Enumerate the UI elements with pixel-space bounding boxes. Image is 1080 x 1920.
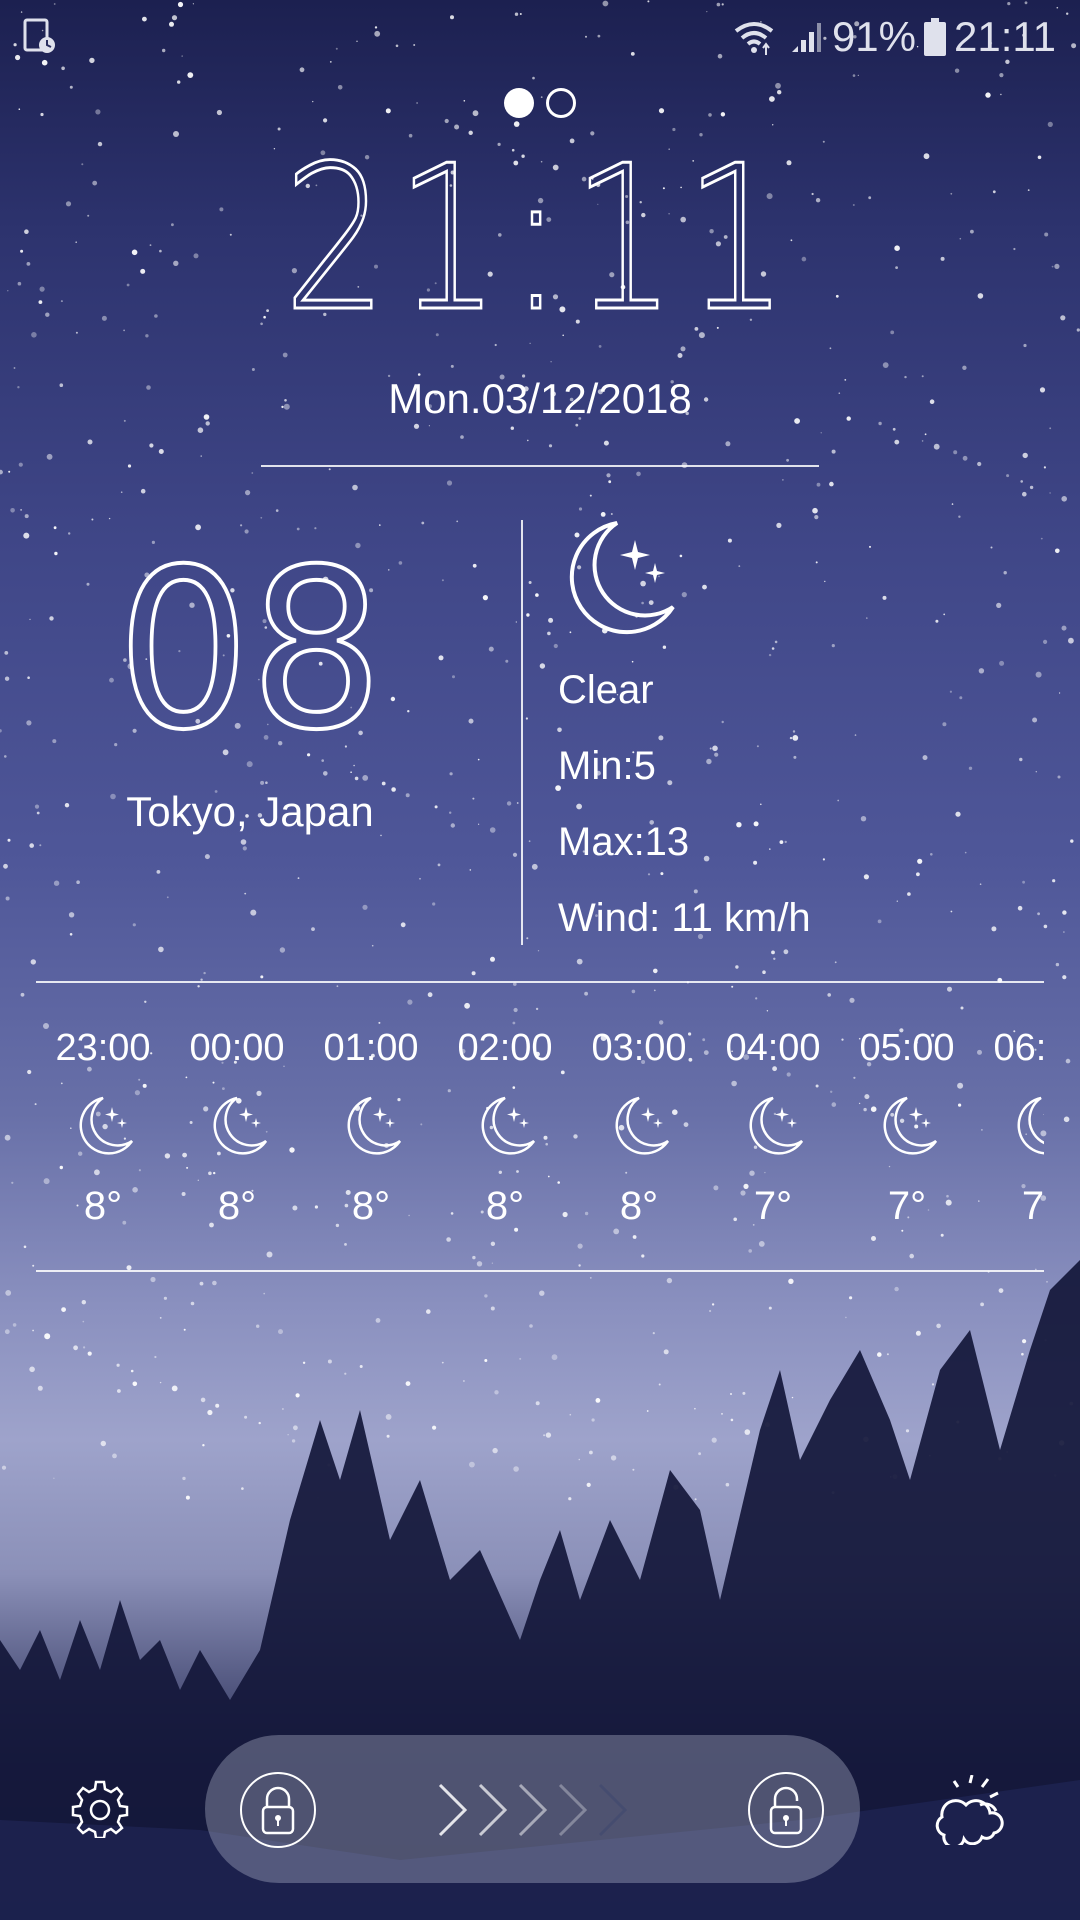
hour-temp: 8° <box>351 1184 391 1228</box>
unlock-target[interactable] <box>748 1772 824 1848</box>
max-temp: Max:13 <box>558 820 690 864</box>
gear-icon[interactable] <box>70 1778 130 1838</box>
screen-timer-icon <box>23 18 55 53</box>
hourly-item: 01:00 8° <box>304 1020 438 1234</box>
hourly-item: 06:00 7° <box>974 1020 1044 1234</box>
hour-temp: 8° <box>83 1184 123 1228</box>
partly-cloudy-icon[interactable] <box>930 1775 1010 1845</box>
hour-temp: 8° <box>485 1184 525 1228</box>
hour-temp: 7° <box>1021 1184 1044 1228</box>
hour-time: 05:00 <box>859 1027 955 1069</box>
hourly-forecast[interactable]: 23:00 8° 00:00 8° 01:00 8° 02:00 8° 03:00 8° 04:00… <box>36 1020 1044 1250</box>
wifi-icon <box>734 22 774 55</box>
hour-temp: 8° <box>619 1184 659 1228</box>
battery-icon <box>924 18 946 56</box>
min-temp: Min:5 <box>558 744 656 788</box>
hour-temp: 8° <box>217 1184 257 1228</box>
page-dot-2[interactable] <box>546 88 576 118</box>
divider <box>521 520 523 945</box>
status-time: 21:11 <box>954 13 1056 60</box>
unlock-icon <box>769 1786 803 1835</box>
moon-stars-icon <box>79 1096 134 1155</box>
hourly-item: 23:00 8° <box>36 1020 170 1234</box>
condition-text: Clear <box>558 668 654 712</box>
status-bar: 91% 21:11 <box>0 0 1080 72</box>
hour-time: 06:00 <box>993 1027 1044 1069</box>
hour-time: 04:00 <box>725 1027 821 1069</box>
hour-time: 01:00 <box>323 1027 419 1069</box>
hour-time: 23:00 <box>55 1027 151 1069</box>
current-temperature: 08 <box>115 522 385 778</box>
signal-icon <box>791 23 821 52</box>
chevron-arrows-icon <box>438 1783 628 1837</box>
hourly-item: 04:00 7° <box>706 1020 840 1234</box>
moon-stars-icon <box>481 1096 536 1155</box>
battery-percent: 91% <box>831 13 916 60</box>
moon-stars-icon <box>347 1096 402 1155</box>
hourly-item: 03:00 8° <box>572 1020 706 1234</box>
moon-stars-icon <box>615 1096 670 1155</box>
hourly-item: 00:00 8° <box>170 1020 304 1234</box>
hour-temp: 7° <box>887 1184 927 1228</box>
lock-icon <box>261 1786 295 1835</box>
unlock-slider[interactable] <box>205 1735 860 1883</box>
divider <box>36 981 1044 983</box>
moon-stars-icon <box>569 521 675 635</box>
hour-temp: 7° <box>753 1184 793 1228</box>
divider <box>36 1270 1044 1272</box>
hour-time: 03:00 <box>591 1027 687 1069</box>
wind-speed: Wind: 11 km/h <box>558 896 811 940</box>
hourly-item: 05:00 7° <box>840 1020 974 1234</box>
moon-stars-icon <box>749 1096 804 1155</box>
hour-time: 00:00 <box>189 1027 285 1069</box>
divider <box>261 465 819 467</box>
hour-time: 02:00 <box>457 1027 553 1069</box>
moon-stars-icon <box>1017 1096 1044 1155</box>
lock-handle[interactable] <box>240 1772 316 1848</box>
page-dot-1[interactable] <box>504 88 534 118</box>
moon-stars-icon <box>213 1096 268 1155</box>
moon-stars-icon <box>883 1096 938 1155</box>
clock-date: Mon.03/12/2018 <box>388 375 692 422</box>
page-indicator <box>0 88 1080 118</box>
hourly-item: 02:00 8° <box>438 1020 572 1234</box>
clock-time: 21:11 <box>282 123 797 356</box>
conditions-panel: Clear Min:5 Max:13 Wind: 11 km/h <box>558 665 811 969</box>
location-label[interactable]: Tokyo, Japan <box>100 788 400 836</box>
